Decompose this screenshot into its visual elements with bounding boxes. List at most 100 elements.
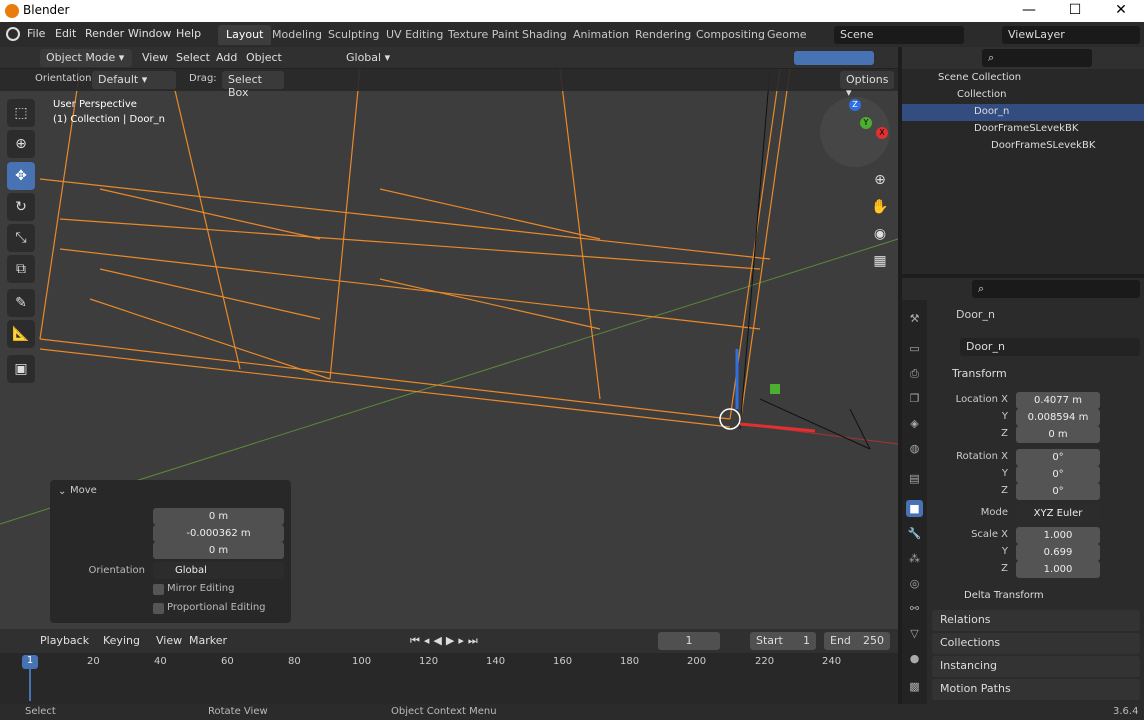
view-layer-tab-icon[interactable]: ❐ [906, 390, 923, 407]
timeline-menu-keying[interactable]: Keying [103, 634, 140, 647]
scale-z-field[interactable]: 1.000 [1016, 561, 1100, 578]
options-dropdown[interactable]: Options ▾ [840, 71, 894, 99]
location-x-label: Location X [955, 394, 1008, 405]
maximize-button[interactable]: ☐ [1052, 0, 1098, 22]
viewport-menu-select[interactable]: Select [176, 51, 210, 64]
outliner-row[interactable]: Scene Collection [902, 70, 1144, 87]
render-tab-icon[interactable]: ▭ [906, 340, 923, 357]
xy-plane-handle[interactable] [770, 384, 780, 394]
collection-tab-icon[interactable]: ▤ [906, 470, 923, 487]
outliner-row[interactable]: DoorFrameSLevekBK [902, 138, 1144, 155]
gizmo-x[interactable]: X [876, 127, 888, 139]
proportional-editing-checkbox[interactable] [153, 603, 164, 614]
location-x-field[interactable]: 0.4077 m [1016, 392, 1100, 409]
collections-section[interactable]: Collections [932, 633, 1140, 654]
relations-section[interactable]: Relations [932, 610, 1140, 631]
constraints-tab-icon[interactable]: ⚯ [906, 600, 923, 617]
menu-window[interactable]: Window [128, 27, 171, 40]
timeline-menu-playback[interactable]: Playback [40, 634, 89, 647]
cursor-tool[interactable]: ⊕ [7, 130, 35, 158]
properties-search-input[interactable]: ⌕ [972, 280, 1140, 298]
menu-file[interactable]: File [27, 27, 45, 40]
timeline-menu-marker[interactable]: Marker [189, 634, 227, 647]
select-box-tool[interactable]: ⬚ [7, 99, 35, 127]
rotation-z-field[interactable]: 0° [1016, 483, 1100, 500]
viewlayer-selector[interactable]: ViewLayer [1002, 26, 1140, 44]
current-frame-field[interactable]: 1 [658, 632, 720, 650]
viewport-menu-view[interactable]: View [142, 51, 168, 64]
blender-menu-icon[interactable] [6, 27, 20, 41]
zoom-icon[interactable]: ⊕ [867, 167, 893, 193]
rotation-mode-dropdown[interactable]: XYZ Euler [1016, 505, 1100, 522]
orientation-dropdown[interactable]: Default ▾ [92, 71, 176, 89]
shading-mode-buttons[interactable] [794, 51, 874, 65]
move-z-field[interactable]: 0 m [153, 542, 284, 559]
motion-paths-section[interactable]: Motion Paths [932, 679, 1140, 700]
end-frame-field[interactable]: End 250 [824, 632, 890, 650]
move-tool[interactable]: ✥ [7, 162, 35, 190]
transform-tool[interactable]: ⧉ [7, 255, 35, 283]
top-menubar: File Edit Render Window Help Layout Mode… [0, 22, 1144, 47]
texture-tab-icon[interactable]: ▩ [906, 678, 923, 695]
outliner-search-input[interactable]: ⌕ [982, 49, 1092, 67]
outliner-row[interactable]: Door_n [902, 104, 1144, 121]
rotation-x-field[interactable]: 0° [1016, 449, 1100, 466]
x-arrow[interactable] [739, 422, 816, 433]
particles-tab-icon[interactable]: ⁂ [906, 550, 923, 567]
annotate-tool[interactable]: ✎ [7, 289, 35, 317]
drag-dropdown[interactable]: Select Box [222, 71, 284, 99]
scene-selector[interactable]: Scene [834, 26, 964, 44]
data-tab-icon[interactable]: ▽ [906, 625, 923, 642]
mirror-editing-checkbox[interactable] [153, 584, 164, 595]
menu-render[interactable]: Render [85, 27, 124, 40]
output-tab-icon[interactable]: ⎙ [906, 365, 923, 382]
material-tab-icon[interactable]: ● [906, 650, 923, 667]
viewport-menu-object[interactable]: Object [246, 51, 282, 64]
rotate-tool[interactable]: ↻ [7, 193, 35, 221]
scene-tab-icon[interactable]: ◈ [906, 415, 923, 432]
scale-x-field[interactable]: 1.000 [1016, 527, 1100, 544]
navigation-gizmo[interactable]: Z Y X [820, 97, 890, 167]
playhead[interactable]: 1 [22, 655, 38, 669]
delta-transform-label[interactable]: Delta Transform [964, 590, 1044, 601]
timeline-menu-view[interactable]: View [156, 634, 182, 647]
pan-hand-icon[interactable]: ✋ [867, 194, 893, 220]
scale-tool[interactable]: ⤡ [7, 224, 35, 252]
location-y-field[interactable]: 0.008594 m [1016, 409, 1100, 426]
transform-orientation-dropdown[interactable]: Global ▾ [340, 49, 410, 67]
move-orientation-dropdown[interactable]: Global [153, 562, 284, 579]
move-y-field[interactable]: -0.000362 m [153, 525, 284, 542]
tab-geometry[interactable]: Geome [759, 25, 815, 45]
status-context-menu: Object Context Menu [391, 706, 497, 717]
close-button[interactable]: ✕ [1098, 0, 1144, 22]
outliner-row[interactable]: Collection [902, 87, 1144, 104]
camera-icon[interactable]: ◉ [867, 221, 893, 247]
measure-tool[interactable]: 📐 [7, 320, 35, 348]
menu-help[interactable]: Help [176, 27, 201, 40]
location-z-field[interactable]: 0 m [1016, 426, 1100, 443]
grid-view-icon[interactable]: ▦ [867, 248, 893, 274]
instancing-section[interactable]: Instancing [932, 656, 1140, 677]
rotation-y-field[interactable]: 0° [1016, 466, 1100, 483]
minimize-button[interactable]: — [1006, 0, 1052, 22]
outliner-row[interactable]: DoorFrameSLevekBK [902, 121, 1144, 138]
move-panel-chevron-icon[interactable]: ⌄ [58, 486, 66, 497]
gizmo-z[interactable]: Z [849, 99, 861, 111]
add-cube-tool[interactable]: ▣ [7, 355, 35, 383]
tool-tab-icon[interactable]: ⚒ [906, 310, 923, 327]
transform-section-label[interactable]: Transform [952, 367, 1007, 380]
viewport-menu-add[interactable]: Add [216, 51, 237, 64]
modifier-tab-icon[interactable]: 🔧 [906, 525, 923, 542]
world-tab-icon[interactable]: ◍ [906, 440, 923, 457]
object-data-name-field[interactable]: Door_n [960, 338, 1140, 356]
menu-edit[interactable]: Edit [55, 27, 76, 40]
scale-y-field[interactable]: 0.699 [1016, 544, 1100, 561]
object-tab-icon[interactable]: ■ [906, 500, 923, 517]
start-frame-field[interactable]: Start 1 [750, 632, 816, 650]
move-x-field[interactable]: 0 m [153, 508, 284, 525]
physics-tab-icon[interactable]: ◎ [906, 575, 923, 592]
move-operator-panel[interactable]: ⌄ Move Move X 0 m Y -0.000362 m Z 0 m Or… [50, 480, 291, 623]
mode-dropdown[interactable]: Object Mode ▾ [40, 49, 132, 67]
gizmo-y[interactable]: Y [860, 117, 872, 129]
playback-controls[interactable]: ⏮◂◀▶▸⏭ [410, 634, 482, 648]
